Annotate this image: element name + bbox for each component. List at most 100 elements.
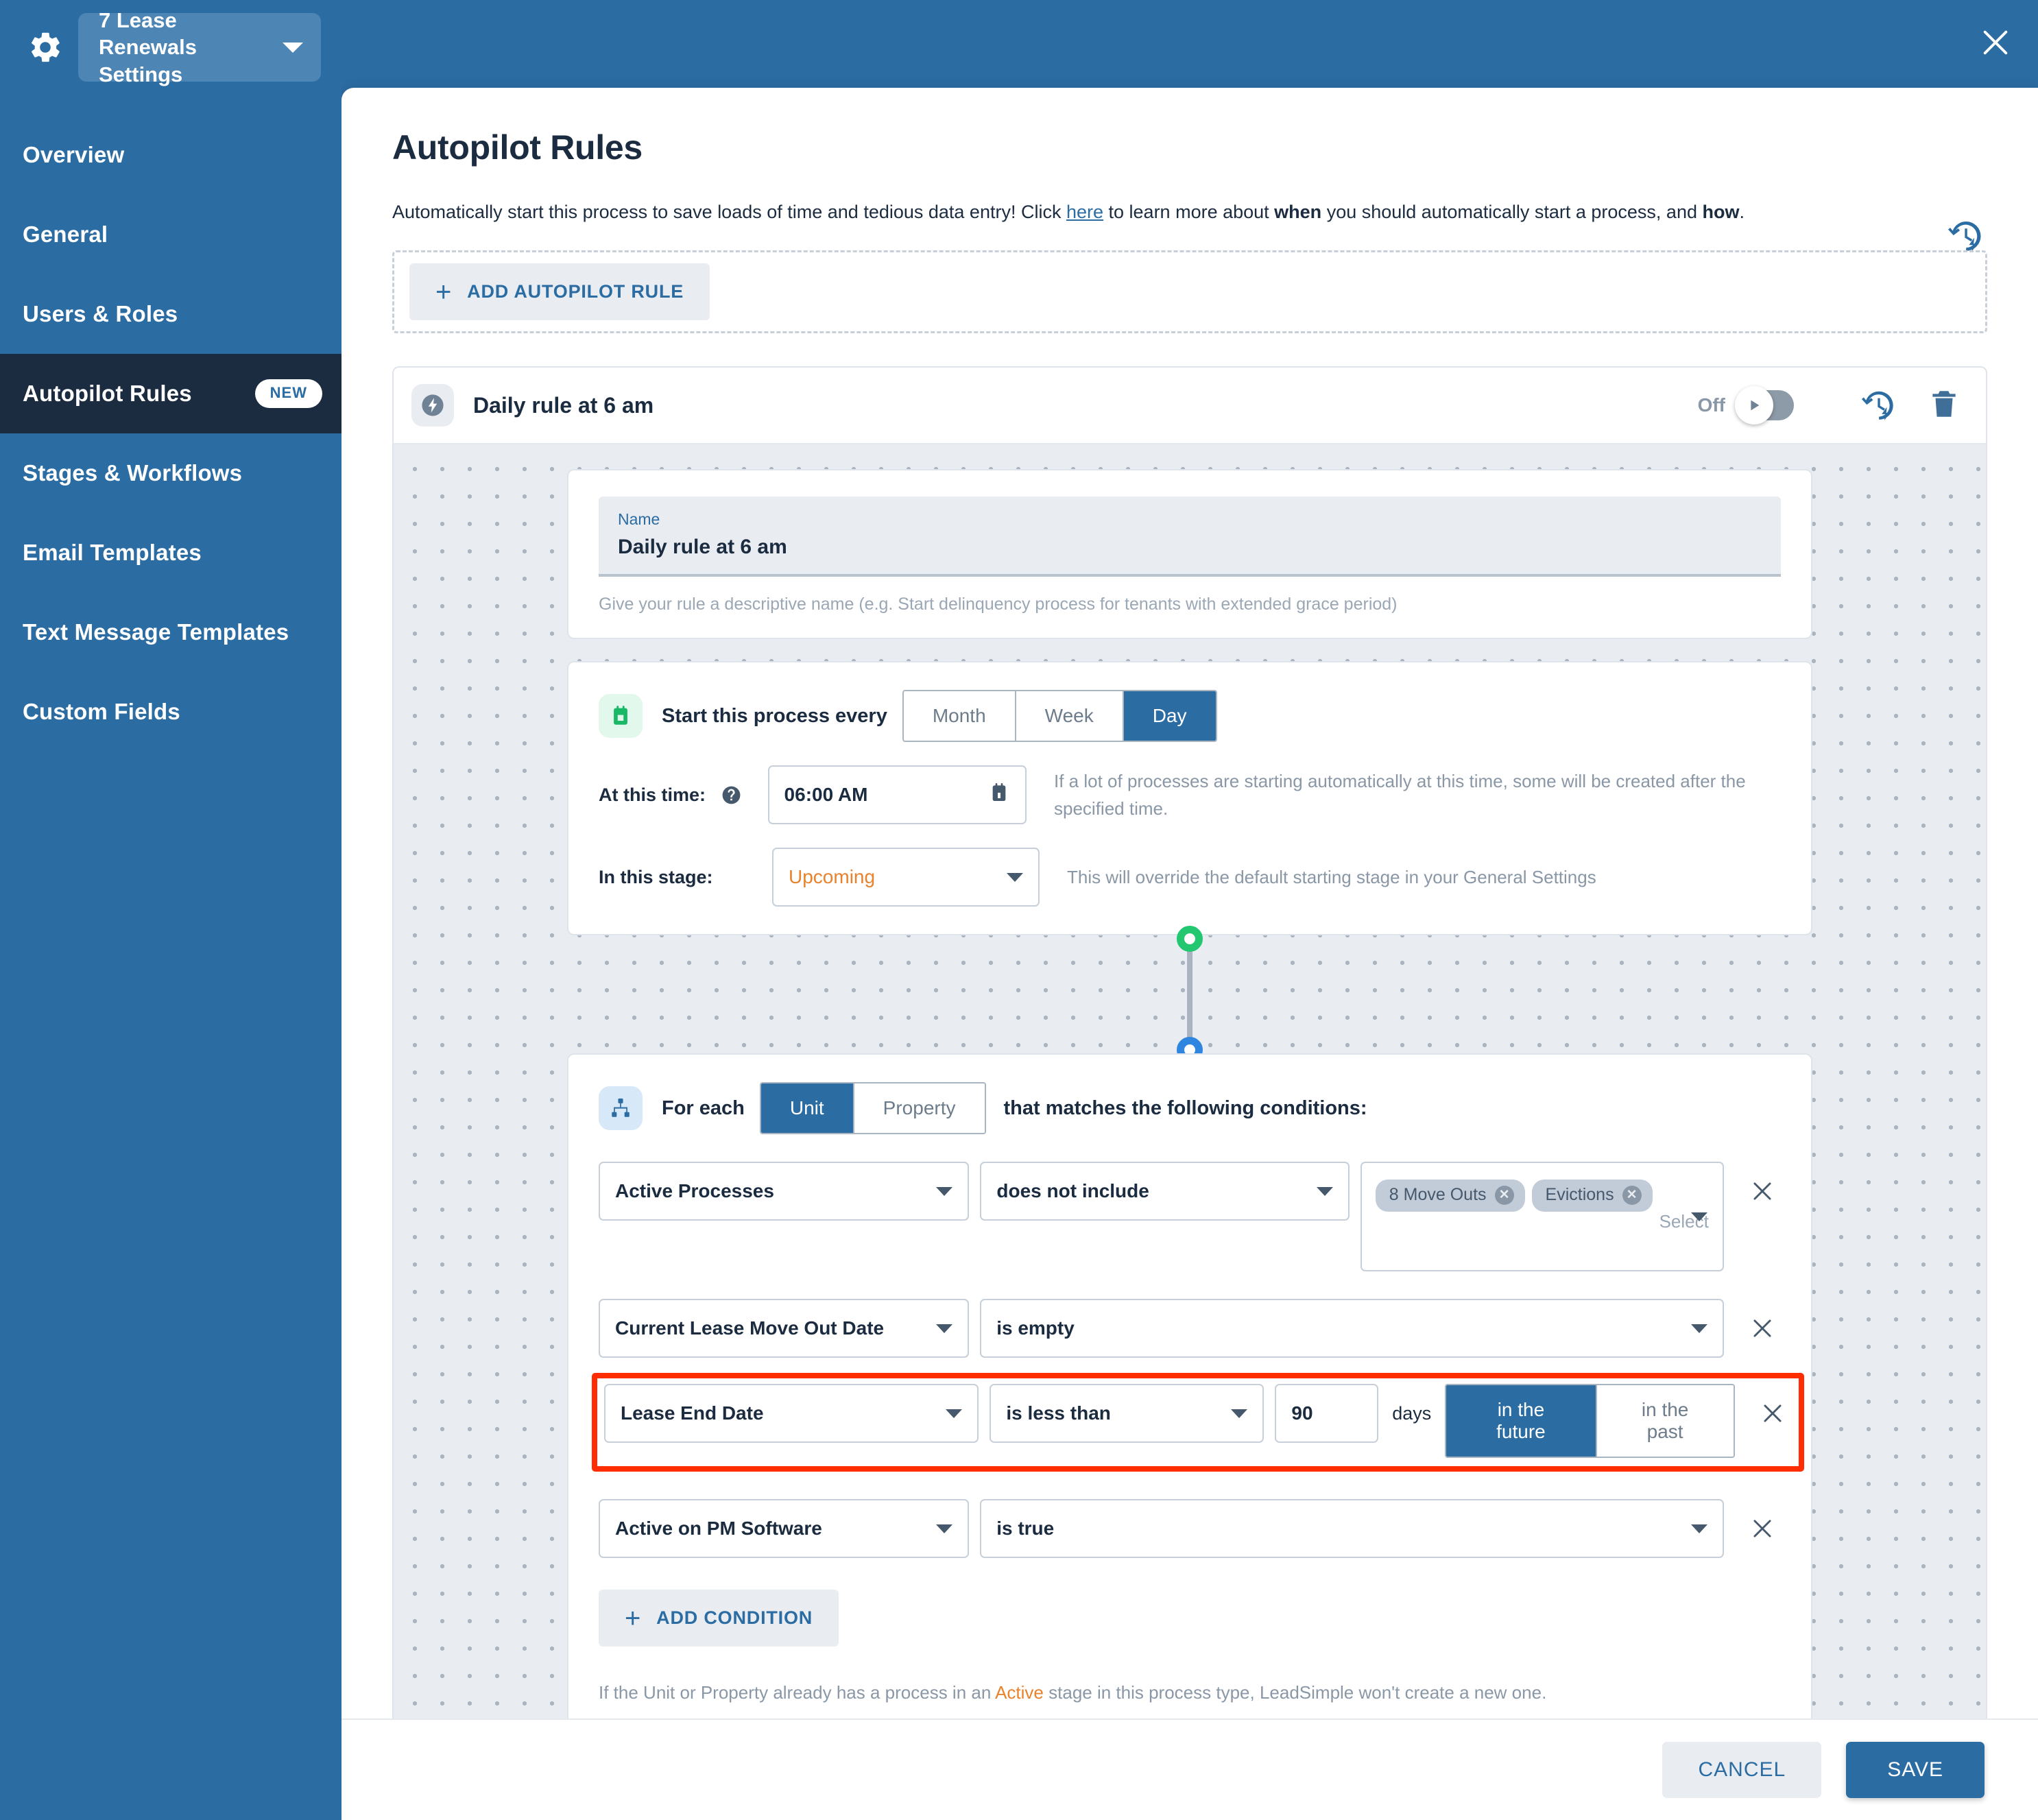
frequency-option-month[interactable]: Month	[903, 691, 1016, 741]
sidebar-item-email-templates[interactable]: Email Templates	[0, 513, 341, 592]
condition-field-select[interactable]: Active on PM Software	[599, 1499, 970, 1559]
sidebar-item-users-roles[interactable]: Users & Roles	[0, 274, 341, 354]
remove-condition-button[interactable]	[1743, 1162, 1781, 1221]
rule-name-input[interactable]: Name Daily rule at 6 am	[599, 496, 1781, 577]
add-condition-button[interactable]: + ADD CONDITION	[599, 1590, 839, 1647]
sidebar-item-label: Email Templates	[23, 540, 202, 565]
chevron-down-icon	[1007, 872, 1023, 882]
calendar-icon	[599, 694, 643, 739]
add-autopilot-rule-dropzone: + ADD AUTOPILOT RULE	[392, 250, 1987, 334]
condition-field-select[interactable]: Active Processes	[599, 1162, 970, 1221]
sidebar-item-custom-fields[interactable]: Custom Fields	[0, 672, 341, 752]
condition-operator-select[interactable]: is true	[980, 1499, 1725, 1559]
chevron-down-icon	[1691, 1324, 1708, 1333]
days-unit-label: days	[1392, 1403, 1432, 1424]
remove-condition-button[interactable]	[1743, 1499, 1781, 1558]
stage-label: In this stage:	[599, 866, 713, 887]
rule-name-label: Name	[618, 510, 660, 529]
desc-bold-how: how	[1702, 202, 1740, 222]
condition-operator-value: is true	[996, 1518, 1055, 1540]
direction-option-future[interactable]: in the future	[1446, 1385, 1597, 1457]
rule-history-icon[interactable]	[1860, 387, 1897, 424]
time-input[interactable]: 06:00 AM	[767, 765, 1027, 825]
cancel-button[interactable]: CANCEL	[1662, 1742, 1822, 1798]
conditions-note: If the Unit or Property already has a pr…	[599, 1682, 1781, 1703]
remove-condition-button[interactable]	[1754, 1384, 1792, 1443]
condition-field-value: Current Lease Move Out Date	[615, 1317, 885, 1339]
chevron-down-icon	[1231, 1409, 1248, 1418]
condition-row: Active Processes does not include 8 Move…	[599, 1162, 1781, 1272]
desc-text-2: to learn more about	[1103, 202, 1275, 222]
settings-sidebar: 7 Lease Renewals Settings Overview Gener…	[0, 0, 341, 1820]
direction-segmented-control: in the future in the past	[1445, 1384, 1735, 1459]
desc-text-3: you should automatically start a process…	[1321, 202, 1703, 222]
for-each-suffix-label: that matches the following conditions:	[1003, 1097, 1367, 1119]
sidebar-item-label: General	[23, 221, 108, 247]
panel-footer: CANCEL SAVE	[341, 1719, 2038, 1820]
condition-operator-value: is empty	[996, 1317, 1075, 1339]
connector-start-dot	[1177, 926, 1203, 953]
save-button[interactable]: SAVE	[1846, 1742, 1985, 1798]
sidebar-item-text-message-templates[interactable]: Text Message Templates	[0, 592, 341, 672]
trash-icon[interactable]	[1927, 387, 1964, 424]
condition-row: Lease End Date is less than 90 days in t…	[604, 1384, 1792, 1459]
chevron-down-icon	[1691, 1524, 1708, 1533]
time-value: 06:00 AM	[784, 784, 868, 806]
direction-option-past[interactable]: in the past	[1596, 1385, 1734, 1457]
frequency-option-day[interactable]: Day	[1123, 691, 1216, 741]
condition-operator-select[interactable]: is empty	[980, 1299, 1725, 1358]
condition-multiselect[interactable]: 8 Move Outs ✕ Evictions ✕ Select	[1360, 1162, 1725, 1272]
learn-more-link[interactable]: here	[1066, 202, 1103, 222]
sidebar-item-general[interactable]: General	[0, 195, 341, 274]
sidebar-item-overview[interactable]: Overview	[0, 115, 341, 195]
autopilot-rule-card: Daily rule at 6 am Off Name Daily rule a…	[392, 366, 1987, 1719]
add-autopilot-rule-label: ADD AUTOPILOT RULE	[467, 281, 684, 302]
main-panel: Autopilot Rules Automatically start this…	[341, 88, 2038, 1820]
condition-operator-select[interactable]: does not include	[980, 1162, 1350, 1221]
entity-option-property[interactable]: Property	[854, 1083, 985, 1134]
note-text-1: If the Unit or Property already has a pr…	[599, 1682, 996, 1703]
remove-condition-button[interactable]	[1743, 1299, 1781, 1358]
sidebar-item-stages-workflows[interactable]: Stages & Workflows	[0, 433, 341, 513]
rule-enable-toggle[interactable]	[1735, 386, 1794, 425]
selected-tag[interactable]: 8 Move Outs ✕	[1375, 1180, 1525, 1212]
gear-icon	[27, 29, 63, 65]
condition-operator-value: is less than	[1006, 1402, 1111, 1424]
toggle-knob	[1735, 386, 1773, 425]
for-each-label: For each	[662, 1097, 745, 1119]
org-tree-icon	[599, 1086, 643, 1131]
close-icon[interactable]	[1976, 23, 2015, 62]
note-highlight-active: Active	[995, 1682, 1044, 1703]
condition-field-value: Lease End Date	[621, 1402, 764, 1424]
org-selector-label: 7 Lease Renewals Settings	[99, 8, 197, 86]
remove-tag-icon[interactable]: ✕	[1494, 1185, 1514, 1205]
frequency-option-week[interactable]: Week	[1016, 691, 1124, 741]
entity-option-unit[interactable]: Unit	[760, 1083, 854, 1134]
chevron-down-icon	[936, 1324, 953, 1333]
help-circle-icon[interactable]	[721, 785, 742, 806]
org-selector-button[interactable]: 7 Lease Renewals Settings	[78, 8, 321, 86]
condition-field-select[interactable]: Current Lease Move Out Date	[599, 1299, 970, 1358]
plus-icon: +	[435, 276, 453, 307]
schedule-frequency-row: Start this process every Month Week Day	[599, 690, 1781, 743]
page-description: Automatically start this process to save…	[392, 199, 1987, 226]
sidebar-item-label: Custom Fields	[23, 699, 180, 724]
schedule-card: Start this process every Month Week Day …	[567, 661, 1812, 936]
condition-operator-select[interactable]: is less than	[990, 1384, 1264, 1444]
stage-help-text: This will override the default starting …	[1067, 866, 1596, 887]
condition-operator-value: does not include	[996, 1180, 1149, 1202]
remove-tag-icon[interactable]: ✕	[1622, 1185, 1642, 1205]
condition-field-select[interactable]: Lease End Date	[604, 1384, 979, 1444]
desc-text-4: .	[1739, 202, 1745, 222]
selected-tag[interactable]: Evictions ✕	[1531, 1180, 1653, 1212]
chevron-down-icon	[1691, 1212, 1708, 1222]
main-panel-wrapper: Autopilot Rules Automatically start this…	[341, 88, 2038, 1820]
rule-name-help-text: Give your rule a descriptive name (e.g. …	[599, 595, 1398, 614]
frequency-segmented-control: Month Week Day	[902, 690, 1217, 743]
sidebar-item-autopilot-rules[interactable]: Autopilot Rules NEW	[0, 354, 341, 433]
stage-select[interactable]: Upcoming	[772, 848, 1040, 907]
condition-days-input[interactable]: 90	[1275, 1384, 1379, 1444]
add-autopilot-rule-button[interactable]: + ADD AUTOPILOT RULE	[409, 263, 710, 321]
calendar-picker-icon[interactable]	[988, 782, 1010, 809]
chevron-down-icon	[1316, 1186, 1333, 1196]
